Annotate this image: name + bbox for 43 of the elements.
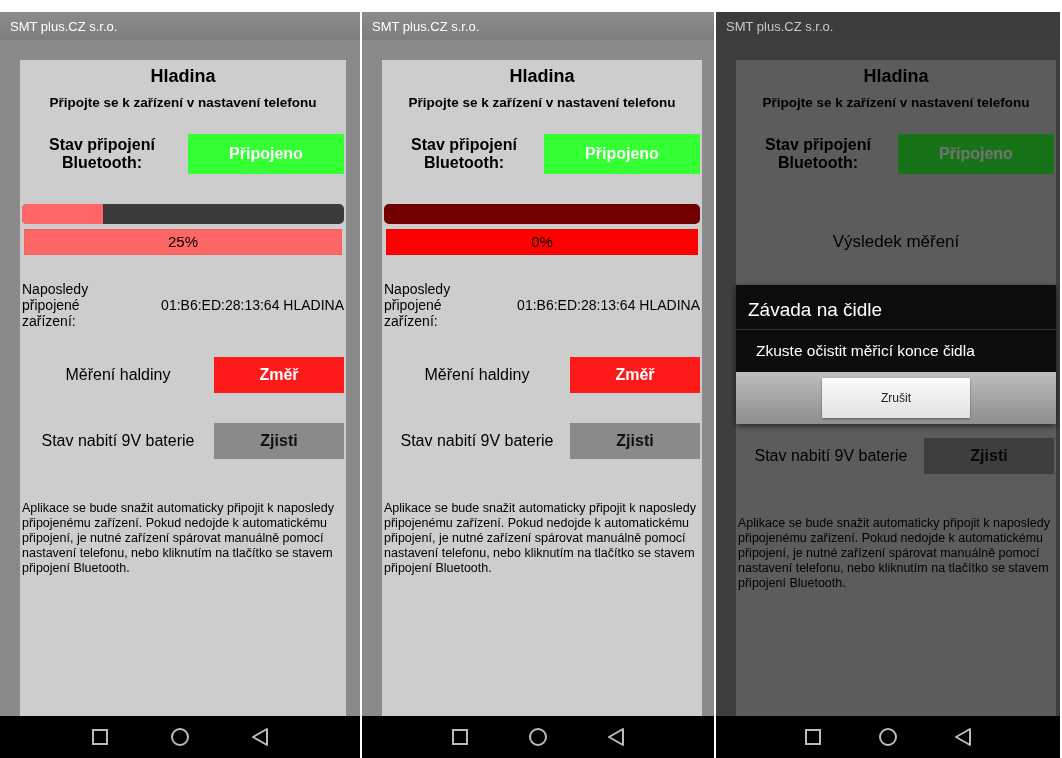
home-icon[interactable] bbox=[529, 728, 547, 746]
battery-label: Stav nabití 9V baterie bbox=[399, 432, 555, 450]
battery-check-button[interactable]: Zjisti bbox=[570, 423, 700, 459]
battery-label: Stav nabití 9V baterie bbox=[753, 447, 909, 465]
app-title: SMT plus.CZ s.r.o. bbox=[372, 18, 480, 34]
back-icon[interactable] bbox=[252, 728, 269, 746]
result-label: Výsledek měření bbox=[831, 232, 961, 252]
back-icon[interactable] bbox=[955, 728, 971, 746]
bluetooth-status-label: Stav připojení Bluetooth: bbox=[410, 136, 518, 172]
instruction-text: Připojte se k zařízení v nastavení telefonu bbox=[48, 95, 318, 110]
home-icon[interactable] bbox=[171, 728, 189, 746]
last-device-value: 01:B6:ED:28:13:64 HLADINA bbox=[161, 297, 344, 313]
bluetooth-status-label: Stav připojení Bluetooth: bbox=[764, 136, 872, 172]
battery-check-button[interactable]: Zjisti bbox=[214, 423, 344, 459]
instruction-text: Připojte se k zařízení v nastavení telefonu bbox=[407, 95, 677, 110]
info-paragraph: Aplikace se bude snažit automaticky připojit k naposledy připojenému zařízení. Pokud nedojde k automatickému připojení, je nutné zařízení spárovat manuálně pomocí nastavení telefonu, nebo kliknutím na tlačítko se stavem připojení Bluetooth. bbox=[22, 501, 335, 576]
screen-heading: Hladina bbox=[508, 66, 576, 87]
bluetooth-status-label: Stav připojení Bluetooth: bbox=[48, 136, 156, 172]
dialog-title: Závada na čidle bbox=[736, 285, 1056, 330]
last-device-label: Naposledy připojené zařízení: bbox=[384, 281, 452, 329]
last-device-label: Naposledy připojené zařízení: bbox=[22, 281, 90, 329]
level-reading: 0% bbox=[386, 229, 698, 255]
measure-button[interactable]: Změř bbox=[214, 357, 344, 393]
measure-button[interactable]: Změř bbox=[570, 357, 700, 393]
dialog-message: Zkuste očistit měřicí konce čidla bbox=[755, 341, 976, 361]
info-paragraph: Aplikace se bude snažit automaticky připojit k naposledy připojenému zařízení. Pokud nedojde k automatickému připojení, je nutné zařízení spárovat manuálně pomocí nastavení telefonu, nebo kliknutím na tlačítko se stavem připojení Bluetooth. bbox=[738, 516, 1051, 591]
measure-label: Měření haldiny bbox=[64, 366, 172, 384]
home-icon[interactable] bbox=[879, 728, 897, 746]
app-title: SMT plus.CZ s.r.o. bbox=[10, 18, 118, 34]
instruction-text: Připojte se k zařízení v nastavení telefonu bbox=[761, 95, 1031, 110]
cancel-button[interactable]: Zrušit bbox=[822, 378, 970, 418]
screen-heading: Hladina bbox=[862, 66, 930, 87]
screen-heading: Hladina bbox=[149, 66, 217, 87]
level-reading: 25% bbox=[24, 229, 342, 255]
back-icon[interactable] bbox=[607, 728, 624, 746]
app-title: SMT plus.CZ s.r.o. bbox=[726, 18, 834, 34]
last-device-value: 01:B6:ED:28:13:64 HLADINA bbox=[517, 297, 700, 313]
measure-label: Měření haldiny bbox=[423, 366, 531, 384]
info-paragraph: Aplikace se bude snažit automaticky připojit k naposledy připojenému zařízení. Pokud nedojde k automatickému připojení, je nutné zařízení spárovat manuálně pomocí nastavení telefonu, nebo kliknutím na tlačítko se stavem připojení Bluetooth. bbox=[384, 501, 697, 576]
recents-icon[interactable] bbox=[452, 729, 469, 745]
recents-icon[interactable] bbox=[91, 729, 108, 745]
battery-label: Stav nabití 9V baterie bbox=[40, 432, 196, 450]
recents-icon[interactable] bbox=[805, 729, 821, 745]
